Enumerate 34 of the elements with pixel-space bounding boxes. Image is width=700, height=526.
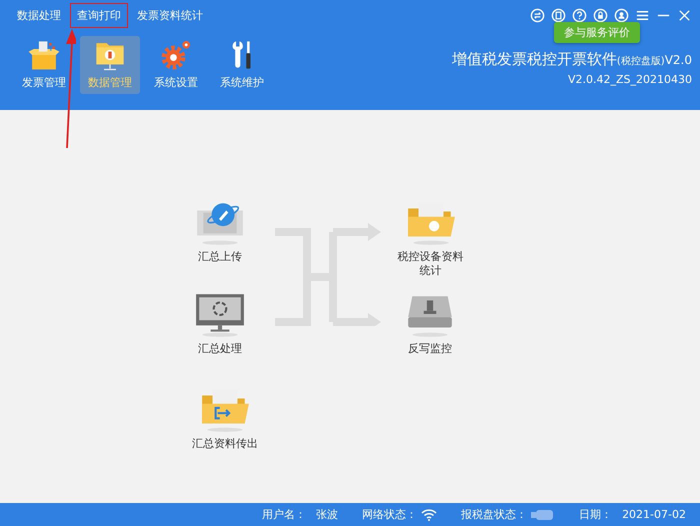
gear-icon	[159, 38, 193, 72]
lock-icon[interactable]	[593, 8, 608, 22]
user-name: 张波	[316, 507, 338, 522]
build-version: V2.0.42_ZS_20210430	[568, 73, 692, 86]
date-value: 2021-07-02	[622, 508, 686, 521]
toolbar-button[interactable]: 系统设置	[146, 36, 206, 94]
user-label: 用户名：	[262, 507, 306, 522]
function-button[interactable]: 汇总上传	[175, 200, 265, 264]
switch-icon[interactable]	[530, 8, 545, 22]
app-title: 增值税发票税控开票软件	[452, 50, 617, 69]
menu-item[interactable]: 查询打印	[70, 2, 128, 28]
menu-item[interactable]: 数据处理	[10, 2, 68, 28]
clipboard-icon[interactable]	[551, 8, 566, 22]
monitor-icon	[194, 292, 246, 338]
date-label: 日期：	[579, 507, 612, 522]
usb-icon	[531, 508, 556, 520]
close-icon[interactable]	[677, 8, 692, 22]
help-icon[interactable]	[572, 8, 587, 22]
toolbar-button[interactable]: 系统维护	[212, 36, 272, 94]
function-button[interactable]: 税控设备资料统计	[393, 200, 468, 279]
edition-label: (税控盘版)	[616, 54, 665, 68]
version-label: V2.0	[664, 53, 692, 67]
wifi-icon	[421, 508, 438, 520]
function-button[interactable]: 汇总资料传出	[175, 387, 275, 452]
tooltip: 参与服务评价	[554, 22, 640, 43]
menu-item[interactable]: 发票资料统计	[130, 2, 210, 28]
user-icon[interactable]	[614, 8, 629, 22]
function-button[interactable]: 反写监控	[385, 292, 475, 356]
toolbar-button[interactable]: 数据管理	[80, 36, 140, 94]
disk-status-label: 报税盘状态：	[461, 507, 528, 522]
network-label: 网络状态：	[362, 507, 418, 522]
function-button[interactable]: 汇总处理	[175, 292, 265, 356]
toolbar-button[interactable]: 发票管理	[14, 36, 74, 94]
upload-icon	[194, 200, 246, 246]
